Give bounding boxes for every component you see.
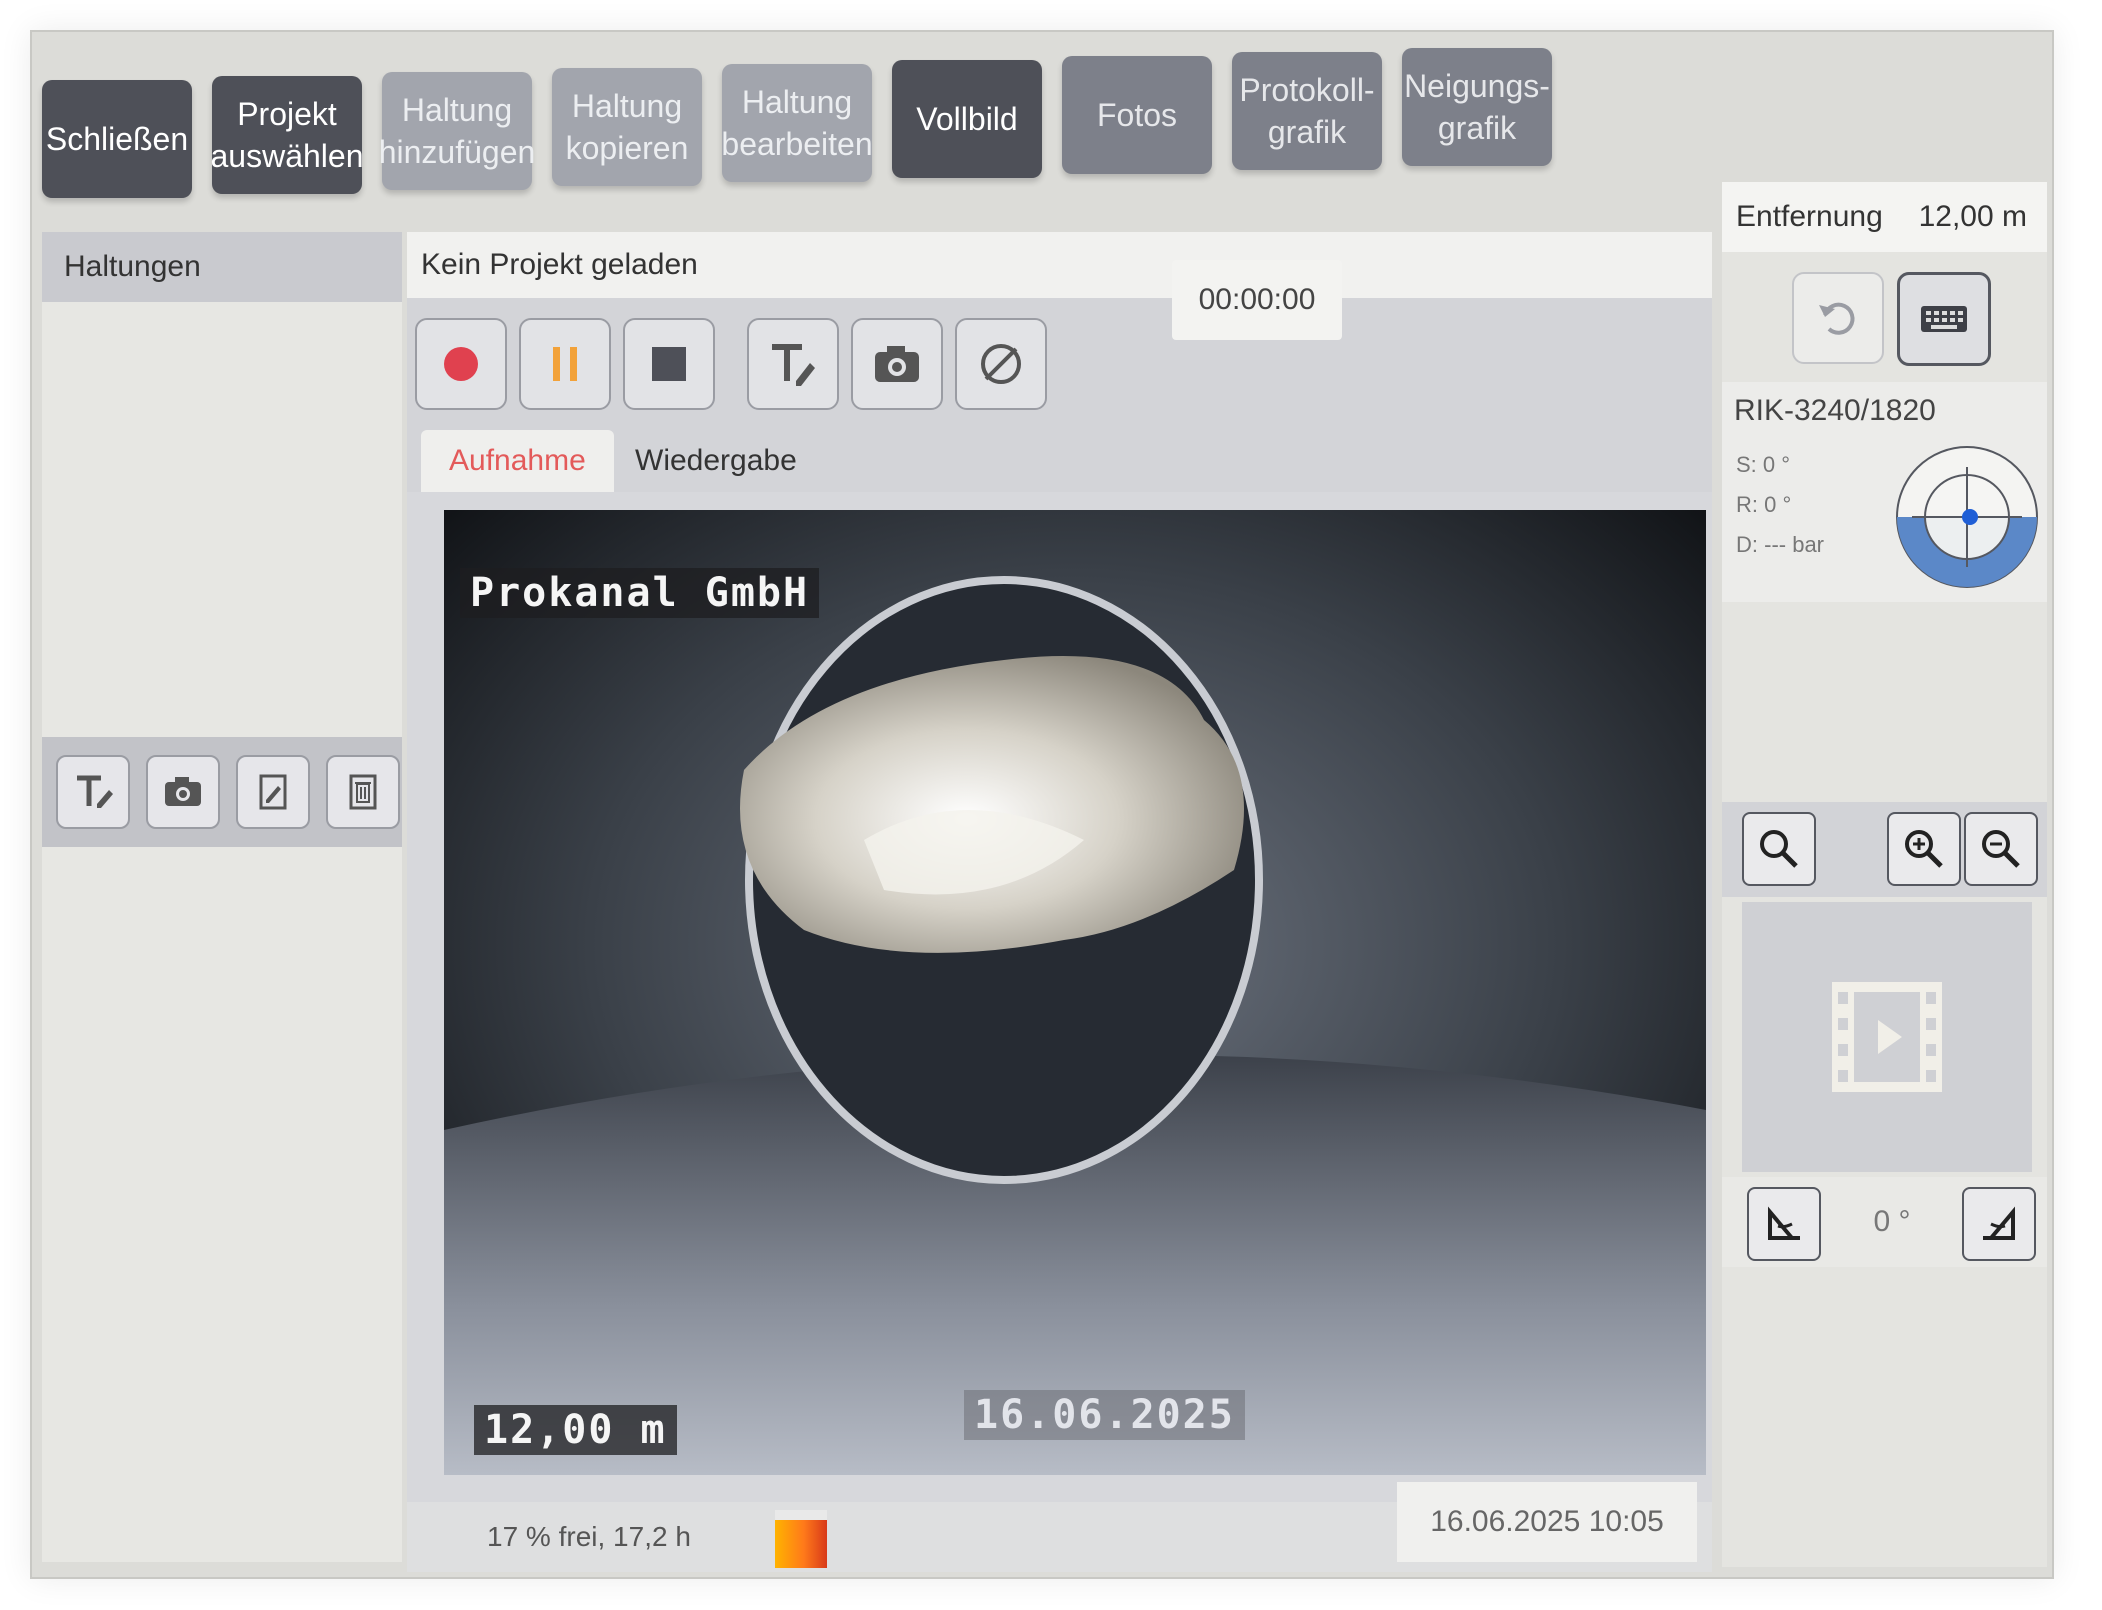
rotate-left-icon [1768,1206,1800,1240]
rotate-right-icon [1983,1206,2015,1240]
keyboard-icon [1921,306,1967,332]
no-entry-button[interactable] [955,318,1047,410]
photos-button[interactable]: Fotos [1062,56,1212,174]
tab-playback[interactable]: Wiedergabe [607,430,825,492]
rotate-right-button[interactable] [1962,1187,2036,1261]
main-toolbar: Schließen Projekt auswählen Haltung hinz… [32,32,2052,207]
add-text-button[interactable] [56,755,130,829]
video-thumbnail-area[interactable] [1742,902,2032,1172]
camera-video-feed: Prokanal GmbH 12,00 m 16.06.2025 [444,510,1706,1475]
stop-icon [652,347,686,381]
project-status: Kein Projekt geladen [407,232,1712,298]
camera-icon [875,346,919,382]
sensor-slope: S: 0 ° [1736,452,1791,477]
distance-row: Entfernung 12,00 m [1722,182,2047,252]
text-overlay-button[interactable] [747,318,839,410]
recording-timer: 00:00:00 [1172,260,1342,340]
protocol-graphic-button[interactable]: Protokoll- grafik [1232,52,1382,170]
zoom-in-icon [1905,830,1943,868]
select-project-button[interactable]: Projekt auswählen [211,76,364,194]
sensor-info: RIK-3240/1820 S: 0 ° R: 0 ° D: --- bar [1722,382,2047,602]
add-photo-button[interactable] [146,755,220,829]
delete-document-icon [349,774,377,810]
storage-fill [775,1519,827,1568]
pipe-image [444,510,1706,1475]
recording-controls [407,298,1712,430]
pause-icon [553,347,577,381]
distance-value: 12,00 m [1918,200,2027,233]
rotate-left-button[interactable] [1747,1187,1821,1261]
rotation-value: 0 ° [1873,1205,1911,1238]
inclination-graphic-button[interactable]: Neigungs- grafik [1402,48,1552,166]
undo-icon [1819,302,1855,335]
add-section-button[interactable]: Haltung hinzufügen [379,72,535,190]
status-bar: 17 % frei, 17,2 h 16.06.2025 10:05 [407,1482,1712,1572]
fullscreen-button[interactable]: Vollbild [892,60,1042,178]
sections-header: Haltungen [42,232,402,302]
text-edit-icon [77,775,113,808]
zoom-out-button[interactable] [1964,812,2038,886]
reset-distance-button[interactable] [1792,272,1884,364]
zoom-in-button[interactable] [1887,812,1961,886]
edit-section-doc-button[interactable] [236,755,310,829]
film-icon [1832,982,1942,1092]
storage-bar [775,1510,827,1568]
record-button[interactable] [415,318,507,410]
distance-label: Entfernung [1736,200,1883,233]
pause-button[interactable] [519,318,611,410]
view-tabs: Aufnahme Wiedergabe [407,430,1712,492]
osd-date: 16.06.2025 [964,1390,1245,1440]
delete-section-button[interactable] [326,755,400,829]
sensor-rotation: R: 0 ° [1736,492,1792,517]
text-edit-icon [772,344,815,386]
no-entry-icon [981,344,1021,384]
close-button[interactable]: Schließen [42,80,192,198]
osd-distance: 12,00 m [474,1405,677,1455]
keyboard-button[interactable] [1897,272,1991,366]
control-panel: Entfernung 12,00 m RIK-3240/1820 S: 0 ° … [1722,182,2047,1567]
camera-icon [165,777,201,806]
zoom-controls [1722,802,2047,897]
sections-toolbar [42,737,402,847]
zoom-search-button[interactable] [1742,812,1816,886]
storage-status: 17 % frei, 17,2 h [487,1521,691,1552]
sensor-name: RIK-3240/1820 [1734,394,1936,427]
current-datetime: 16.06.2025 10:05 [1397,1482,1697,1562]
app-screen: Schließen Projekt auswählen Haltung hinz… [30,30,2054,1579]
rotation-controls: 0 ° [1722,1177,2047,1267]
zoom-out-icon [1982,830,2020,868]
sections-panel: Haltungen [42,232,402,1562]
copy-section-button[interactable]: Haltung kopieren [552,68,702,186]
stop-button[interactable] [623,318,715,410]
edit-section-button[interactable]: Haltung bearbeiten [721,64,873,182]
osd-company-name: Prokanal GmbH [460,568,820,618]
level-gauge-icon [1896,446,2038,588]
edit-document-icon [259,774,287,810]
tab-recording[interactable]: Aufnahme [421,430,614,492]
record-icon [444,347,478,381]
snapshot-button[interactable] [851,318,943,410]
sensor-pressure: D: --- bar [1736,532,1824,557]
search-icon [1760,830,1798,868]
